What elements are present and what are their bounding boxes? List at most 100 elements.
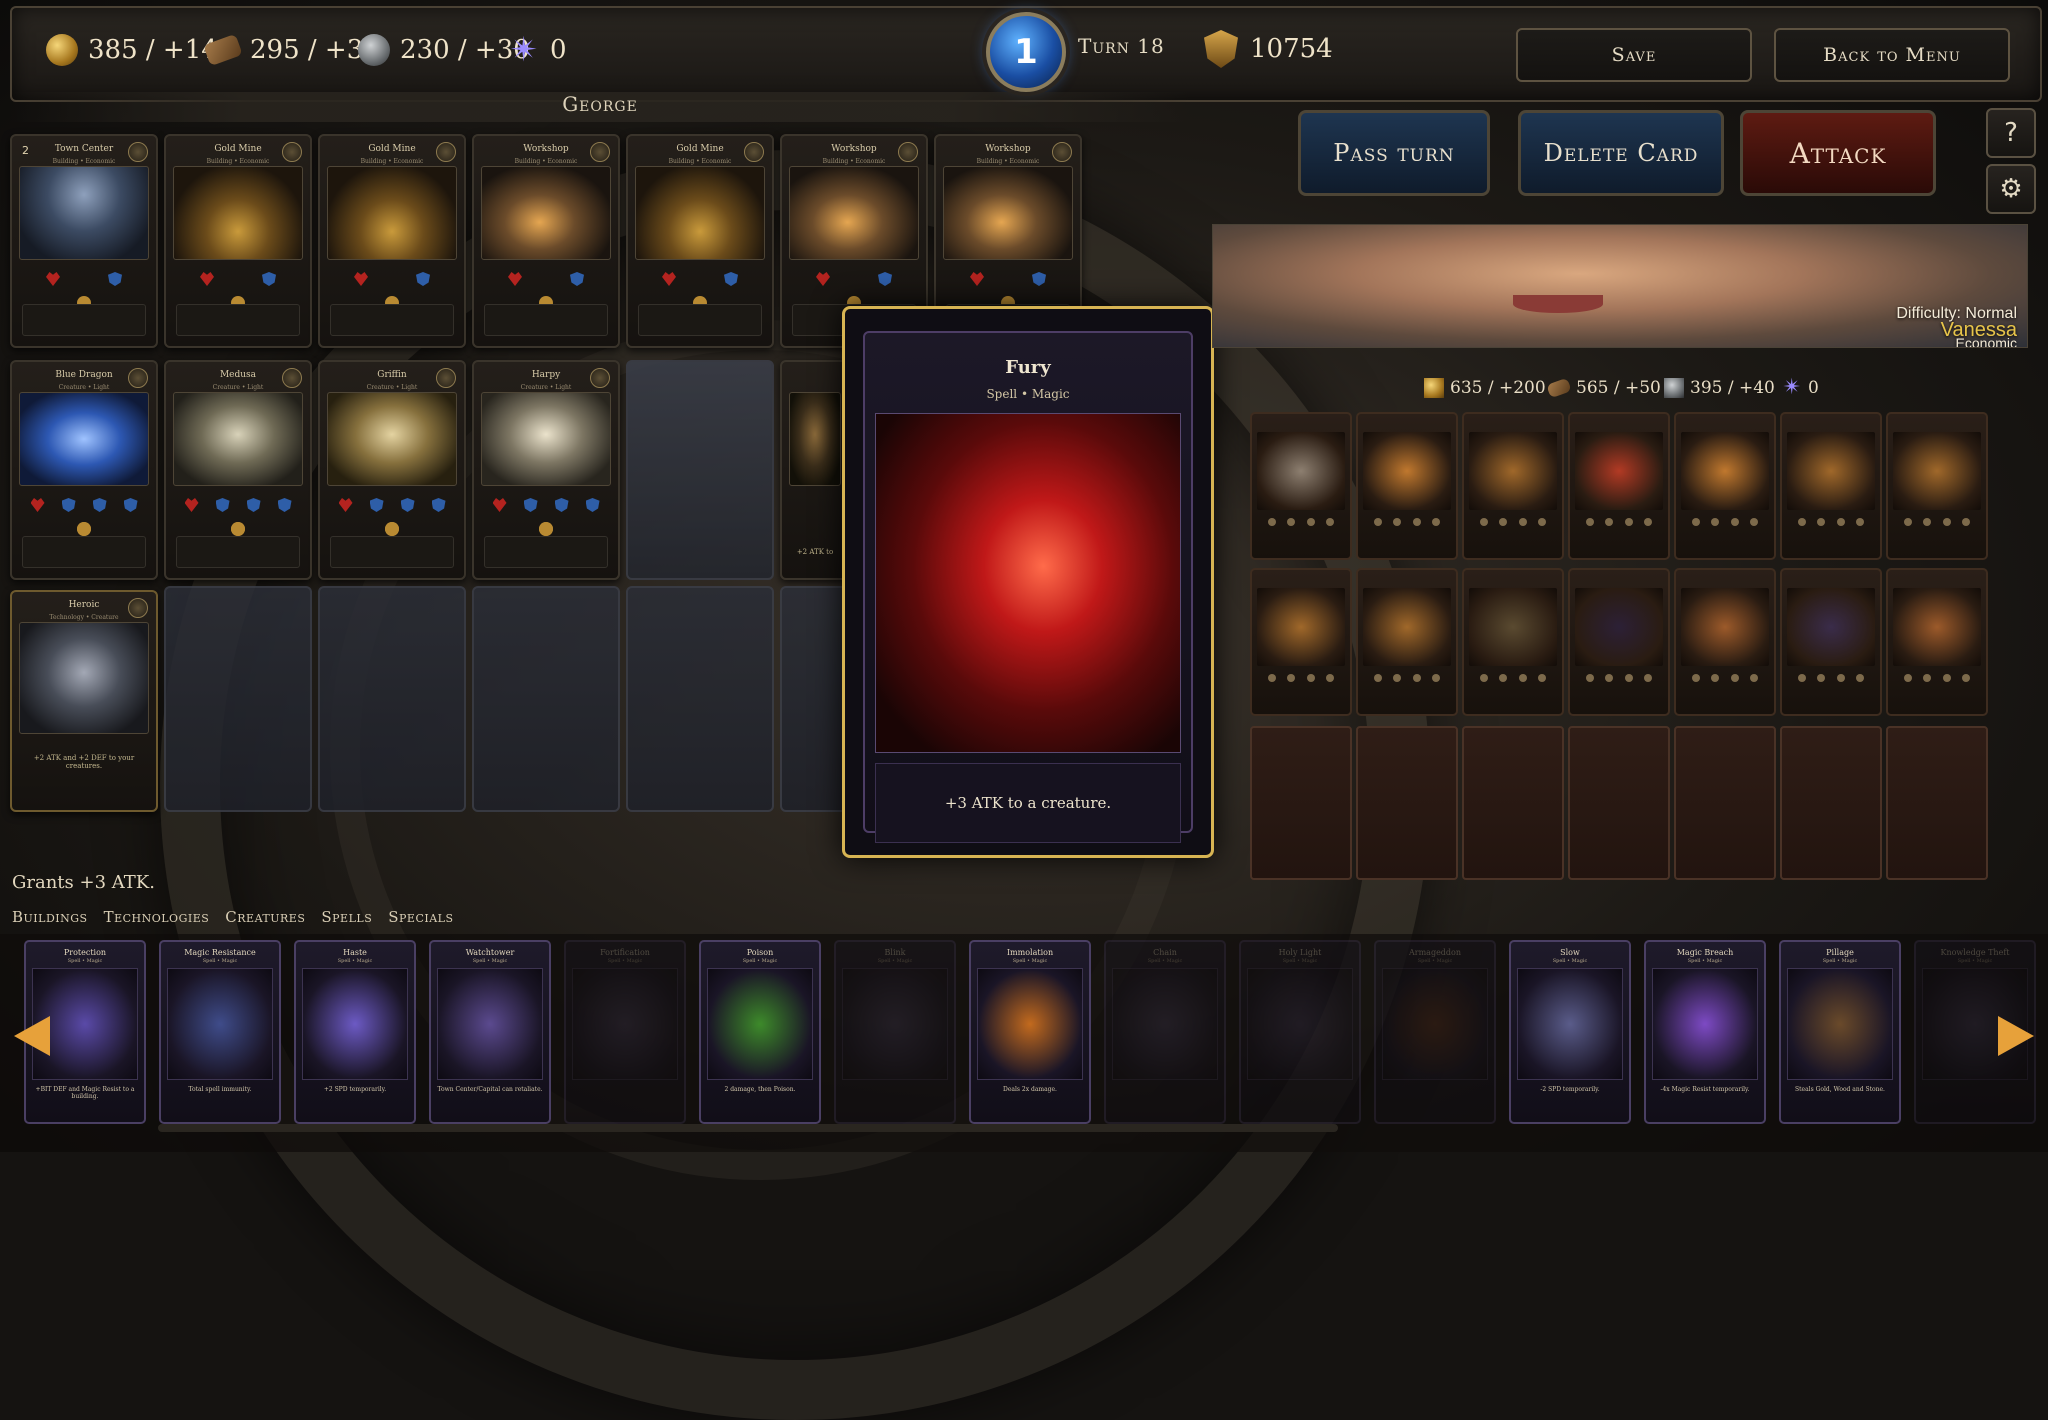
card-art xyxy=(481,392,611,486)
opponent-slot-empty[interactable] xyxy=(1674,726,1776,880)
hand-card[interactable]: Fortification Spell • Magic xyxy=(564,940,686,1124)
card-bar xyxy=(330,304,454,336)
tech-slot-empty[interactable] xyxy=(164,586,312,812)
card-art xyxy=(1575,432,1663,510)
hand-card[interactable]: Blink Spell • Magic xyxy=(834,940,956,1124)
creature-card[interactable]: Harpy Creature • Light xyxy=(472,360,620,580)
card-text: +2 SPD temporarily. xyxy=(323,1086,387,1093)
opponent-slot-empty[interactable] xyxy=(1462,726,1564,880)
opponent-slot-empty[interactable] xyxy=(1250,726,1352,880)
hand-scrollbar[interactable] xyxy=(158,1124,1338,1132)
opponent-card[interactable] xyxy=(1780,568,1882,716)
wood-icon xyxy=(1546,377,1572,399)
delete-card-button[interactable]: Delete Card xyxy=(1518,110,1724,196)
opponent-card[interactable] xyxy=(1674,412,1776,560)
stat-icon xyxy=(1499,518,1508,526)
building-card[interactable]: Gold Mine Building • Economic xyxy=(626,134,774,348)
opponent-card[interactable] xyxy=(1568,412,1670,560)
stat-icon xyxy=(1432,674,1441,682)
tech-slot-empty[interactable] xyxy=(318,586,466,812)
opponent-slot-empty[interactable] xyxy=(1886,726,1988,880)
building-card[interactable]: Gold Mine Building • Economic xyxy=(164,134,312,348)
card-name: Protection xyxy=(63,948,107,957)
category-tab-buildings[interactable]: Buildings xyxy=(12,908,88,926)
card-stats xyxy=(1580,518,1658,530)
card-art xyxy=(842,968,948,1080)
attack-button[interactable]: Attack xyxy=(1740,110,1936,196)
opponent-card[interactable] xyxy=(1886,412,1988,560)
opponent-card[interactable] xyxy=(1462,412,1564,560)
card-art xyxy=(19,622,149,734)
opponent-card[interactable] xyxy=(1356,568,1458,716)
opponent-card[interactable] xyxy=(1886,568,1988,716)
stat-icon xyxy=(1326,518,1335,526)
opponent-card[interactable] xyxy=(1356,412,1458,560)
creature-slot-empty[interactable] xyxy=(626,360,774,580)
back-to-menu-button[interactable]: Back to Menu xyxy=(1774,28,2010,82)
opponent-slot-empty[interactable] xyxy=(1356,726,1458,880)
stat-icon xyxy=(554,498,569,512)
stat-icon xyxy=(1393,518,1402,526)
hand-card[interactable]: Haste Spell • Magic +2 SPD temporarily. xyxy=(294,940,416,1124)
opponent-card[interactable] xyxy=(1674,568,1776,716)
card-bar xyxy=(330,536,454,568)
hand-card[interactable]: Magic Resistance Spell • Magic Total spell… xyxy=(159,940,281,1124)
hand-card[interactable]: Armageddon Spell • Magic xyxy=(1374,940,1496,1124)
card-star-icon xyxy=(590,368,610,388)
opponent-slot-empty[interactable] xyxy=(1568,726,1670,880)
card-stats xyxy=(1368,674,1446,686)
opponent-card[interactable] xyxy=(1462,568,1564,716)
stat-icon xyxy=(1287,518,1296,526)
stat-icon xyxy=(1836,518,1845,526)
card-art xyxy=(1112,968,1218,1080)
category-tab-spells[interactable]: Spells xyxy=(321,908,372,926)
hand-card[interactable]: Chain Spell • Magic xyxy=(1104,940,1226,1124)
card-art xyxy=(167,968,273,1080)
tech-slot-empty[interactable] xyxy=(472,586,620,812)
opponent-card[interactable] xyxy=(1250,412,1352,560)
opponent-mana: ✴ 0 xyxy=(1782,376,1819,400)
stat-icon xyxy=(1499,674,1508,682)
category-tab-specials[interactable]: Specials xyxy=(388,908,453,926)
hand-card[interactable]: Slow Spell • Magic -2 SPD temporarily. xyxy=(1509,940,1631,1124)
building-card[interactable]: 2 Town Center Building • Economic xyxy=(10,134,158,348)
category-tab-technologies[interactable]: Technologies xyxy=(104,908,210,926)
stat-icon xyxy=(1903,518,1912,526)
card-art xyxy=(1787,968,1893,1080)
category-tab-creatures[interactable]: Creatures xyxy=(225,908,305,926)
creature-card[interactable]: Blue Dragon Creature • Light xyxy=(10,360,158,580)
save-button[interactable]: Save xyxy=(1516,28,1752,82)
gear-icon: ⚙ xyxy=(1999,174,2023,204)
card-stats xyxy=(1368,518,1446,530)
creature-card[interactable]: Medusa Creature • Light xyxy=(164,360,312,580)
technology-card[interactable]: Heroic Technology • Creature +2 ATK and +2… xyxy=(10,590,158,812)
opponent-slot-empty[interactable] xyxy=(1780,726,1882,880)
hand-card[interactable]: Poison Spell • Magic 2 damage, then Poison… xyxy=(699,940,821,1124)
building-card[interactable]: Workshop Building • Economic xyxy=(472,134,620,348)
help-button[interactable]: ? xyxy=(1986,108,2036,158)
card-art xyxy=(572,968,678,1080)
hand-card[interactable]: Magic Breach Spell • Magic -4x Magic Resis… xyxy=(1644,940,1766,1124)
opponent-card[interactable] xyxy=(1250,568,1352,716)
tech-slot-empty[interactable] xyxy=(626,586,774,812)
stat-icon xyxy=(400,498,415,512)
creature-card[interactable]: Griffin Creature • Light xyxy=(318,360,466,580)
opponent-card[interactable] xyxy=(1568,568,1670,716)
hand-card[interactable]: Immolation Spell • Magic Deals 2x damage. xyxy=(969,940,1091,1124)
opponent-gold: 635 / +200 xyxy=(1424,376,1546,400)
hand-card[interactable]: Pillage Spell • Magic Steals Gold, Wood an… xyxy=(1779,940,1901,1124)
wood-resource: 295 / +30 xyxy=(203,30,380,70)
hand-card[interactable]: Holy Light Spell • Magic xyxy=(1239,940,1361,1124)
settings-button[interactable]: ⚙ xyxy=(1986,164,2036,214)
hand-card[interactable]: Watchtower Spell • Magic Town Center/Capit… xyxy=(429,940,551,1124)
stone-resource: 230 / +30 xyxy=(358,30,530,70)
stat-icon xyxy=(1518,518,1527,526)
opponent-card[interactable] xyxy=(1780,412,1882,560)
building-card[interactable]: Gold Mine Building • Economic xyxy=(318,134,466,348)
card-stats xyxy=(1262,674,1340,686)
stat-icon xyxy=(1326,674,1335,682)
shield-icon xyxy=(262,272,276,286)
card-type: Spell • Magic xyxy=(337,958,373,964)
pass-turn-button[interactable]: Pass turn xyxy=(1298,110,1490,196)
creature-card-partial[interactable]: +2 ATK to xyxy=(780,360,850,580)
